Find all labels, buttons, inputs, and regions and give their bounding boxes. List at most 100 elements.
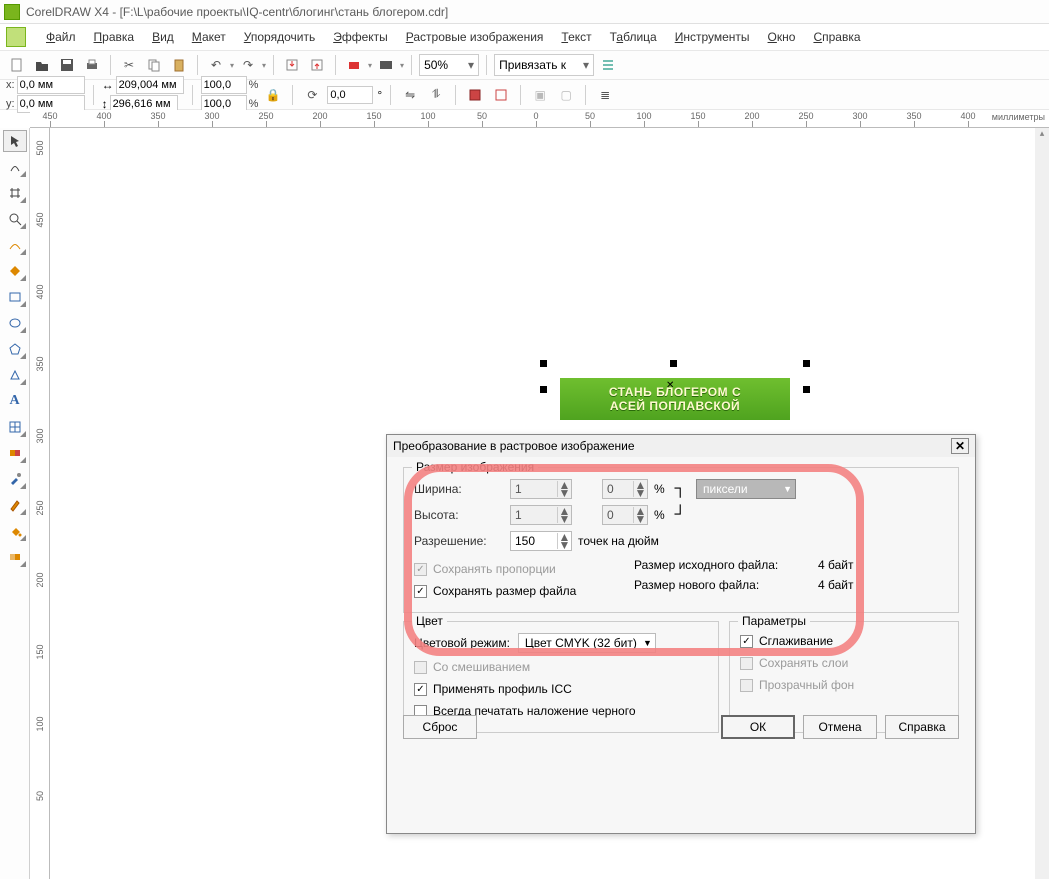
pick-tool[interactable] [3, 130, 27, 152]
keep-filesize-checkbox[interactable]: ✓Сохранять размер файла [414, 580, 614, 602]
cancel-button[interactable]: Отмена [803, 715, 877, 739]
antialias-checkbox[interactable]: ✓Сглаживание [740, 630, 948, 652]
bitmap-content: СТАНЬ БЛОГЕРОМ С АСЕЙ ПОПЛАВСКОЙ [560, 378, 790, 420]
icc-checkbox[interactable]: ✓Применять профиль ICC [414, 678, 708, 700]
paste-button[interactable] [168, 54, 190, 76]
to-front-button[interactable]: ▣ [529, 84, 551, 106]
eyedropper-tool[interactable] [3, 468, 27, 490]
height-value [511, 508, 557, 522]
x-label: x: [6, 79, 15, 91]
convert-to-bitmap-dialog: Преобразование в растровое изображение ✕… [386, 434, 976, 834]
redo-button[interactable]: ↷ [237, 54, 259, 76]
menu-layout[interactable]: Макет [184, 27, 234, 47]
crop-tool[interactable] [3, 182, 27, 204]
smart-fill-tool[interactable] [3, 260, 27, 282]
handle-nw[interactable] [540, 360, 547, 367]
lock-ratio-button[interactable]: 🔒 [262, 84, 284, 106]
resolution-unit: точек на дюйм [578, 534, 659, 548]
dialog-titlebar[interactable]: Преобразование в растровое изображение ✕ [387, 435, 975, 457]
degree-label: ° [377, 88, 382, 102]
zoom-tool[interactable] [3, 208, 27, 230]
src-size-value: 4 байт [818, 558, 853, 572]
undo-button[interactable]: ↶ [205, 54, 227, 76]
print-button[interactable] [81, 54, 103, 76]
to-back-button[interactable]: ▢ [555, 84, 577, 106]
params-legend: Параметры [738, 614, 810, 628]
menu-tools[interactable]: Инструменты [667, 27, 758, 47]
scale-x-input[interactable] [201, 76, 247, 94]
interactive-fill-tool[interactable] [3, 546, 27, 568]
handle-e[interactable] [803, 386, 810, 393]
basic-shapes-tool[interactable] [3, 364, 27, 386]
vertical-scrollbar[interactable]: ▴ [1035, 128, 1049, 879]
color-mode-combo[interactable]: Цвет CMYK (32 бит) [518, 633, 656, 653]
reset-button[interactable]: Сброс [403, 715, 477, 739]
new-size-value: 4 байт [818, 578, 853, 592]
mirror-h-button[interactable]: ⇋ [399, 84, 421, 106]
new-button[interactable] [6, 54, 28, 76]
app-icon [4, 4, 20, 20]
menu-table[interactable]: Таблица [602, 27, 665, 47]
table-tool[interactable] [3, 416, 27, 438]
interactive-blend-tool[interactable] [3, 442, 27, 464]
menu-bitmaps[interactable]: Растровые изображения [398, 27, 552, 47]
ruler-horizontal[interactable]: миллиметры 45040035030025020015010050050… [30, 110, 1049, 128]
rotation-input[interactable] [327, 86, 373, 104]
ok-button[interactable]: ОК [721, 715, 795, 739]
copy-button[interactable] [143, 54, 165, 76]
handle-center[interactable] [670, 386, 677, 393]
units-combo[interactable]: пиксели [696, 479, 796, 499]
keep-ratio-checkbox: ✓Сохранять пропорции [414, 558, 614, 580]
polygon-tool[interactable] [3, 338, 27, 360]
open-button[interactable] [31, 54, 53, 76]
cut-button[interactable]: ✂ [118, 54, 140, 76]
handle-n[interactable] [670, 360, 677, 367]
selected-bitmap[interactable]: СТАНЬ БЛОГЕРОМ С АСЕЙ ПОПЛАВСКОЙ [540, 360, 810, 420]
menu-edit[interactable]: Правка [86, 27, 143, 47]
zoom-select[interactable]: 50% [419, 54, 479, 76]
menu-help[interactable]: Справка [805, 27, 868, 47]
options-button[interactable] [597, 54, 619, 76]
import-button[interactable] [281, 54, 303, 76]
fill-tool[interactable] [3, 520, 27, 542]
handle-ne[interactable] [803, 360, 810, 367]
text-tool[interactable]: A [3, 390, 27, 412]
ellipse-tool[interactable] [3, 312, 27, 334]
shape-tool[interactable] [3, 156, 27, 178]
menu-arrange[interactable]: Упорядочить [236, 27, 323, 47]
window-title: CorelDRAW X4 - [F:\L\рабочие проекты\IQ-… [26, 5, 448, 19]
close-icon[interactable]: ✕ [951, 438, 969, 454]
mirror-v-button[interactable]: ⥮ [425, 84, 447, 106]
bitmap-edit-button[interactable] [464, 84, 486, 106]
property-bar: x: y: ↔ ↕ % % 🔒 ⟳ ° ⇋ ⥮ ▣ ▢ ≣ [0, 80, 1049, 110]
rectangle-tool[interactable] [3, 286, 27, 308]
welcome-button[interactable] [375, 54, 397, 76]
resolution-input[interactable] [511, 534, 557, 548]
new-size-label: Размер нового файла: [634, 578, 806, 592]
menu-window[interactable]: Окно [760, 27, 804, 47]
menu-file[interactable]: Файл [38, 27, 84, 47]
outline-tool[interactable] [3, 494, 27, 516]
resolution-spinbox[interactable]: ▲▼ [510, 531, 572, 551]
app-launcher-button[interactable] [343, 54, 365, 76]
save-button[interactable] [56, 54, 78, 76]
scroll-up-icon[interactable]: ▴ [1035, 128, 1049, 142]
y-label: y: [6, 98, 15, 110]
help-button[interactable]: Справка [885, 715, 959, 739]
export-button[interactable] [306, 54, 328, 76]
x-input[interactable] [17, 76, 85, 94]
handle-w[interactable] [540, 386, 547, 393]
bitmap-trace-button[interactable] [490, 84, 512, 106]
menu-text[interactable]: Текст [553, 27, 599, 47]
ruler-vertical[interactable]: 50045040035030025020015010050 [30, 128, 50, 879]
snap-select[interactable]: Привязать к [494, 54, 594, 76]
wrap-text-button[interactable]: ≣ [594, 84, 616, 106]
layers-checkbox: Сохранять слои [740, 652, 948, 674]
width-input[interactable] [116, 76, 184, 94]
menu-effects[interactable]: Эффекты [325, 27, 396, 47]
src-size-label: Размер исходного файла: [634, 558, 806, 572]
bracket-icon-2: ┘ [675, 506, 686, 524]
menu-view[interactable]: Вид [144, 27, 182, 47]
freehand-tool[interactable] [3, 234, 27, 256]
width-pct-value [603, 482, 633, 496]
